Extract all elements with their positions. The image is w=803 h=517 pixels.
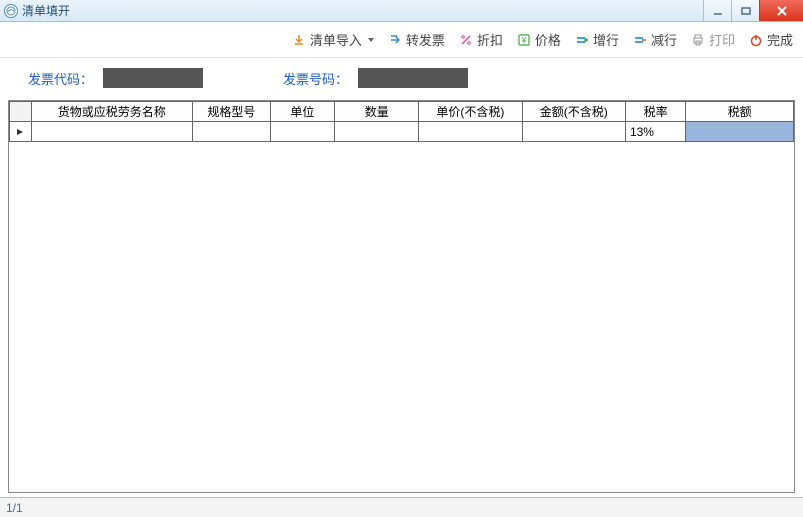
to-invoice-label: 转发票 [406, 30, 445, 49]
app-icon [4, 4, 18, 18]
th-amount[interactable]: 金额(不含税) [522, 102, 625, 122]
del-row-icon [633, 33, 647, 47]
row-pointer-icon [10, 122, 32, 142]
add-row-button[interactable]: 增行 [575, 30, 619, 49]
to-invoice-button[interactable]: 转发票 [388, 30, 445, 49]
page-indicator: 1/1 [6, 501, 23, 515]
del-row-label: 减行 [651, 30, 677, 49]
cell-rate[interactable]: 13% [625, 122, 685, 142]
svg-text:¥: ¥ [521, 36, 527, 45]
print-button[interactable]: 打印 [691, 30, 735, 49]
discount-icon [459, 33, 473, 47]
invoice-num-label: 发票号码： [283, 69, 348, 88]
table-header-row: 货物或应税劳务名称 规格型号 单位 数量 单价(不含税) 金额(不含税) 税率 … [10, 102, 794, 122]
print-icon [691, 33, 705, 47]
import-label: 清单导入 [310, 30, 362, 49]
to-invoice-icon [388, 33, 402, 47]
price-button[interactable]: ¥ 价格 [517, 30, 561, 49]
window-controls [703, 0, 803, 21]
price-label: 价格 [535, 30, 561, 49]
minimize-button[interactable] [703, 0, 731, 21]
invoice-num-value [358, 68, 468, 88]
invoice-code-value [103, 68, 203, 88]
import-icon [292, 33, 306, 47]
th-rate[interactable]: 税率 [625, 102, 685, 122]
invoice-code-label: 发票代码： [28, 69, 93, 88]
cell-price[interactable] [419, 122, 522, 142]
print-label: 打印 [709, 30, 735, 49]
toolbar: 清单导入 转发票 折扣 ¥ 价格 增行 减行 打印 完成 [0, 22, 803, 58]
cell-unit[interactable] [270, 122, 335, 142]
finish-button[interactable]: 完成 [749, 30, 793, 49]
finish-icon [749, 33, 763, 47]
grid-container: 货物或应税劳务名称 规格型号 单位 数量 单价(不含税) 金额(不含税) 税率 … [8, 100, 795, 493]
chevron-down-icon [368, 38, 374, 42]
row-header-blank [10, 102, 32, 122]
items-table[interactable]: 货物或应税劳务名称 规格型号 单位 数量 单价(不含税) 金额(不含税) 税率 … [9, 101, 794, 142]
title-bar: 清单填开 [0, 0, 803, 22]
th-qty[interactable]: 数量 [335, 102, 419, 122]
add-row-icon [575, 33, 589, 47]
status-bar: 1/1 [0, 497, 803, 517]
add-row-label: 增行 [593, 30, 619, 49]
th-price[interactable]: 单价(不含税) [419, 102, 522, 122]
discount-label: 折扣 [477, 30, 503, 49]
maximize-button[interactable] [731, 0, 759, 21]
table-row[interactable]: 13% [10, 122, 794, 142]
th-tax[interactable]: 税额 [686, 102, 794, 122]
cell-name[interactable] [31, 122, 193, 142]
th-name[interactable]: 货物或应税劳务名称 [31, 102, 193, 122]
th-spec[interactable]: 规格型号 [193, 102, 271, 122]
th-unit[interactable]: 单位 [270, 102, 335, 122]
price-icon: ¥ [517, 33, 531, 47]
close-button[interactable] [759, 0, 803, 21]
cell-spec[interactable] [193, 122, 271, 142]
window-title: 清单填开 [22, 2, 70, 19]
cell-amount[interactable] [522, 122, 625, 142]
del-row-button[interactable]: 减行 [633, 30, 677, 49]
finish-label: 完成 [767, 30, 793, 49]
import-button[interactable]: 清单导入 [292, 30, 374, 49]
cell-tax[interactable] [686, 122, 794, 142]
cell-qty[interactable] [335, 122, 419, 142]
discount-button[interactable]: 折扣 [459, 30, 503, 49]
invoice-info: 发票代码： 发票号码： [0, 58, 803, 98]
